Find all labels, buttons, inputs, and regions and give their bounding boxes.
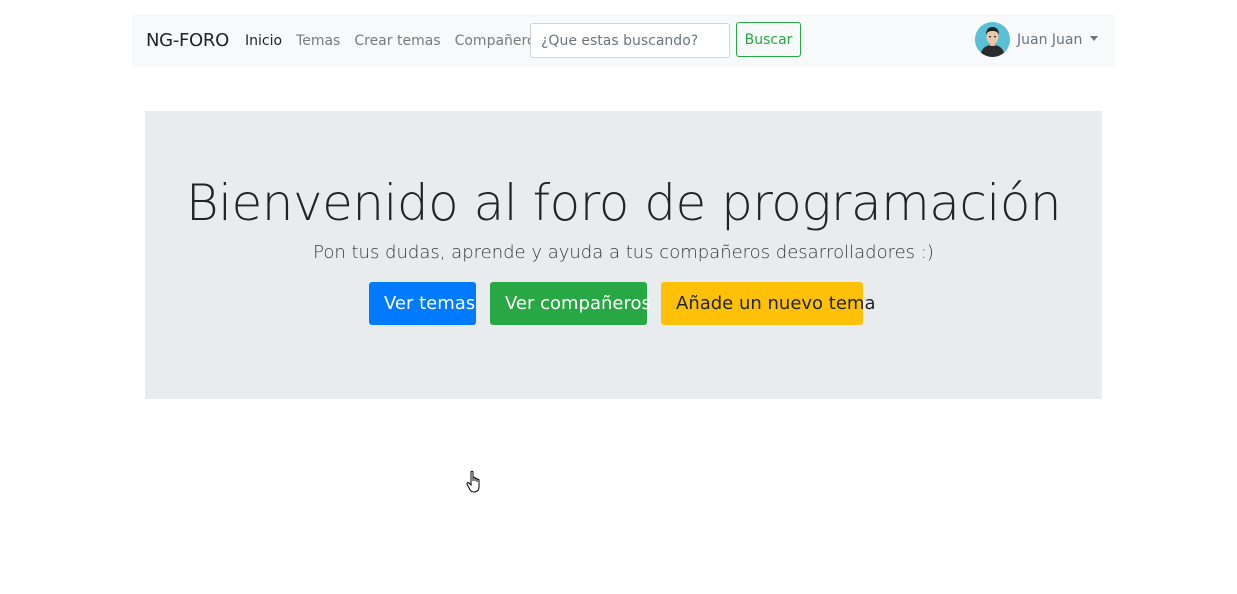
page-subtitle: Pon tus dudas, aprende y ayuda a tus com…: [313, 242, 934, 263]
user-name: Juan Juan: [1017, 31, 1083, 48]
search-button[interactable]: Buscar: [736, 22, 801, 57]
hand-cursor-icon: [466, 470, 484, 498]
nav-links: Inicio Temas Crear temas Compañeros: [245, 33, 557, 49]
search-input[interactable]: [530, 23, 730, 58]
jumbotron: Bienvenido al foro de programación Pon t…: [145, 111, 1102, 399]
ver-companeros-button[interactable]: Ver compañeros: [490, 282, 651, 325]
action-buttons: Ver temas Ver compañeros Añade un nuevo …: [369, 282, 876, 325]
add-topic-button[interactable]: Añade un nuevo tema: [661, 282, 876, 325]
page-title: Bienvenido al foro de programación: [185, 174, 1062, 232]
caret-down-icon: [1090, 36, 1099, 41]
brand-link[interactable]: NG-FORO: [146, 30, 229, 51]
user-avatar-icon: [975, 22, 1010, 57]
nav-link-crear-temas[interactable]: Crear temas: [354, 33, 440, 49]
nav-link-temas[interactable]: Temas: [296, 33, 340, 49]
navbar: NG-FORO Inicio Temas Crear temas Compañe…: [132, 14, 1115, 67]
user-menu[interactable]: Juan Juan: [975, 22, 1099, 57]
nav-link-inicio[interactable]: Inicio: [245, 33, 282, 49]
ver-temas-button[interactable]: Ver temas: [369, 282, 476, 325]
